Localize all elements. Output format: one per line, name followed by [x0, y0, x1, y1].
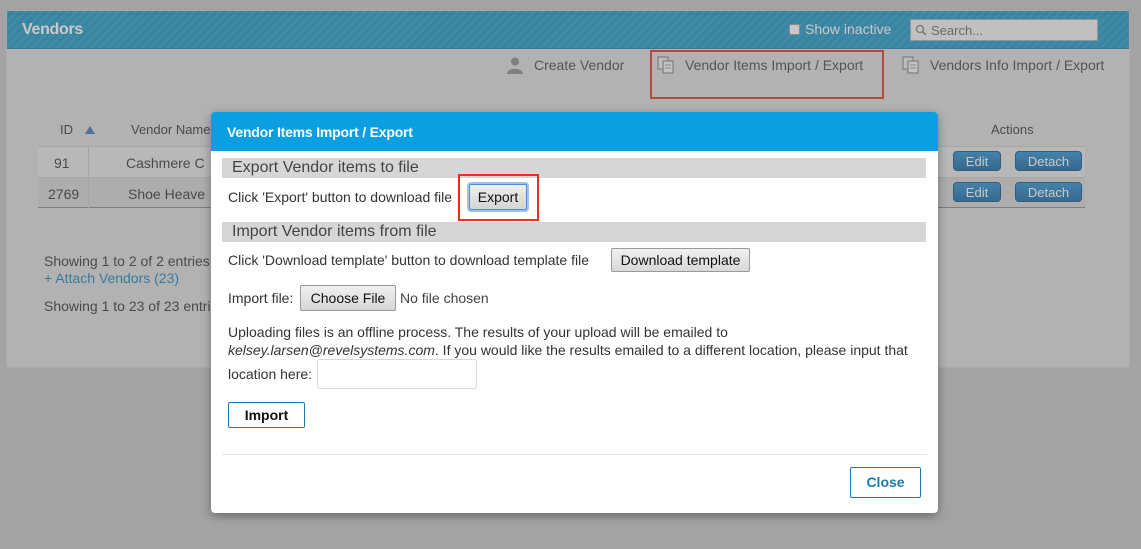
export-section-header: Export Vendor items to file: [222, 158, 926, 178]
modal-title: Vendor Items Import / Export: [211, 112, 938, 151]
modal-footer-divider: [222, 454, 927, 455]
choose-file-button[interactable]: Choose File: [300, 285, 396, 311]
vendor-items-import-export-dialog: Vendor Items Import / Export Export Vend…: [211, 112, 938, 513]
close-button[interactable]: Close: [850, 467, 921, 498]
location-email-input[interactable]: [317, 359, 477, 389]
upload-note-rest: . If you would like the results emailed …: [434, 342, 908, 358]
no-file-chosen-text: No file chosen: [400, 290, 489, 306]
import-file-label: Import file:: [228, 290, 294, 306]
location-label: location here:: [228, 366, 313, 382]
upload-note-line1: Uploading files is an offline process. T…: [228, 324, 728, 340]
import-button[interactable]: Import: [228, 402, 305, 428]
highlight-export-button: [458, 174, 539, 221]
export-instruction: Click 'Export' button to download file: [228, 189, 453, 205]
import-section-header: Import Vendor items from file: [222, 222, 926, 242]
download-template-button[interactable]: Download template: [611, 248, 750, 272]
template-instruction: Click 'Download template' button to down…: [228, 252, 589, 268]
upload-email: kelsey.larsen@revelsystems.com: [228, 342, 435, 358]
upload-note-line2: kelsey.larsen@revelsystems.com. If you w…: [228, 342, 908, 358]
